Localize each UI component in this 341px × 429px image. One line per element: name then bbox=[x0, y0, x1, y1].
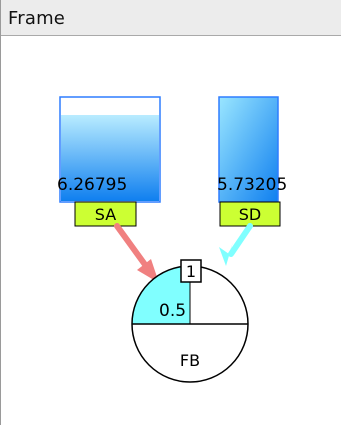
flow-node-port-label: 1 bbox=[186, 262, 196, 281]
flow-node-value: 0.5 bbox=[159, 301, 186, 321]
stock-sd-value: 5.73205 bbox=[217, 175, 287, 195]
window-title: Frame bbox=[8, 8, 66, 29]
stock-sd-label: SD bbox=[239, 205, 261, 224]
stock-sa-value: 6.26795 bbox=[57, 175, 127, 195]
stock-sa[interactable]: 6.26795 SA bbox=[57, 96, 161, 227]
stock-sa-label: SA bbox=[95, 205, 116, 224]
window-titlebar: Frame bbox=[1, 0, 341, 36]
inflow-arrow[interactable] bbox=[114, 223, 159, 283]
flow-node-fb[interactable]: 0.5 FB 1 bbox=[131, 259, 249, 383]
outflow-arrow[interactable] bbox=[219, 223, 253, 266]
frame-window: Frame 6.26795 SA 5.73205 SD 0.5 FB 1 bbox=[0, 0, 341, 425]
flow-node-label: FB bbox=[180, 351, 200, 370]
stock-sd[interactable]: 5.73205 SD bbox=[217, 96, 287, 227]
diagram-canvas: 6.26795 SA 5.73205 SD 0.5 FB 1 bbox=[1, 36, 341, 425]
